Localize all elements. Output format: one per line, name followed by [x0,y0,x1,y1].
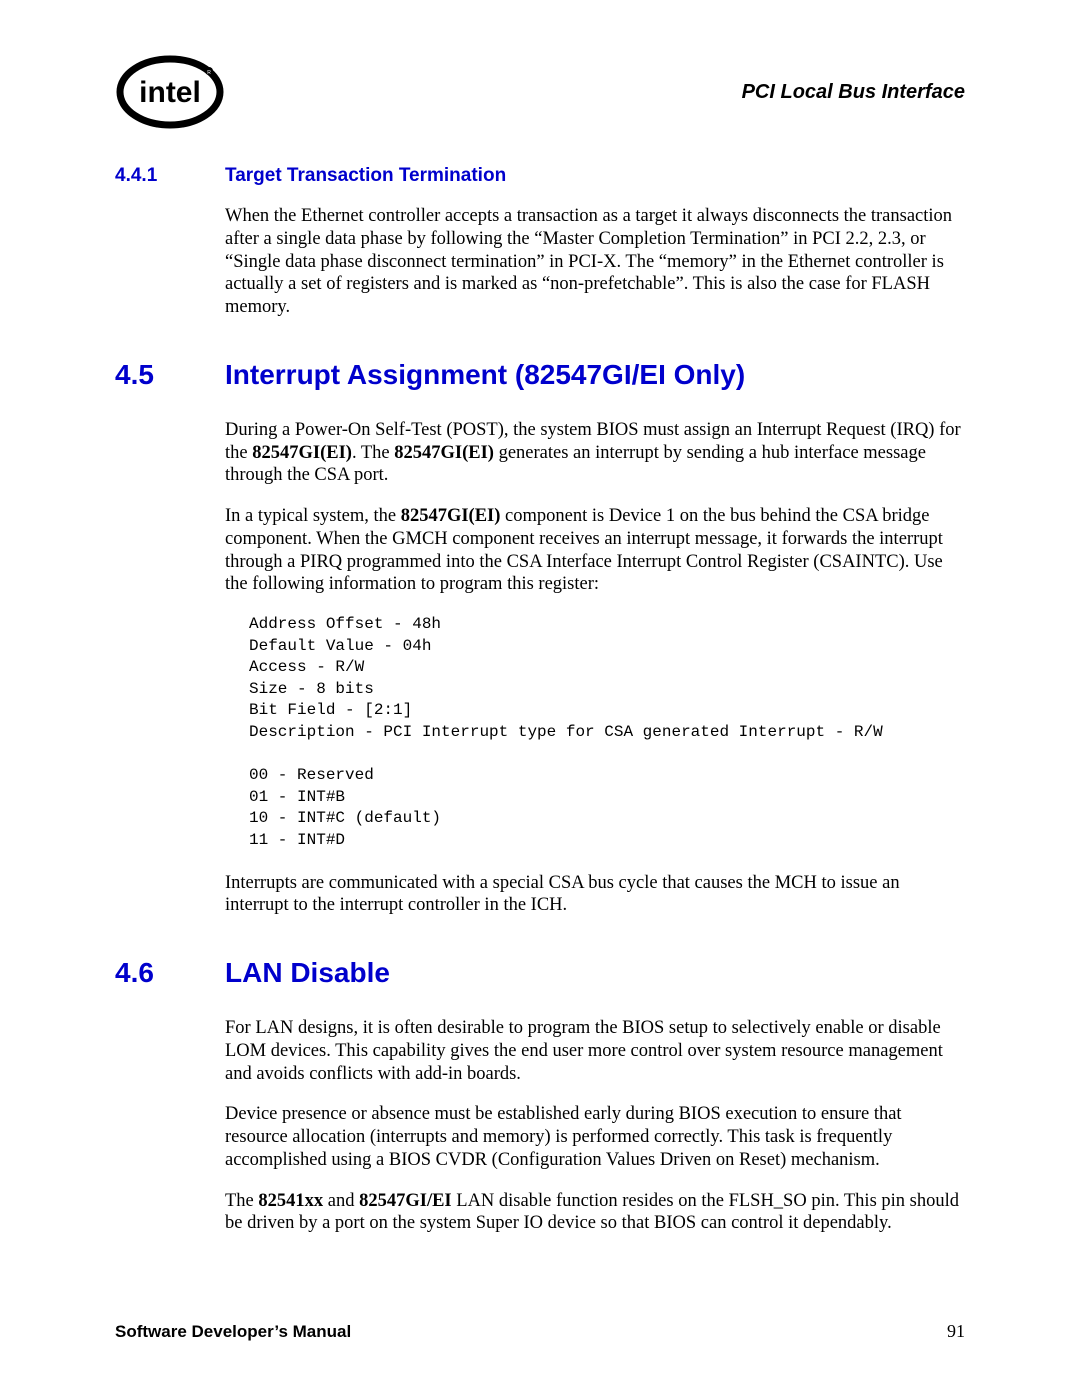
subsection-title: Target Transaction Termination [225,165,506,187]
paragraph: Interrupts are communicated with a speci… [225,872,965,918]
text-bold: 82547GI(EI) [401,506,501,526]
svg-text:R: R [207,70,211,76]
subsection-heading-4-4-1: 4.4.1 Target Transaction Termination [115,165,965,187]
paragraph: The 82541xx and 82547GI/EI LAN disable f… [225,1190,965,1236]
text-bold: 82547GI(EI) [252,443,352,463]
document-page: intel R PCI Local Bus Interface 4.4.1 Ta… [0,0,1080,1397]
text-run: . The [352,443,394,463]
body-block-4-6: For LAN designs, it is often desirable t… [225,1017,965,1235]
page-header: intel R PCI Local Bus Interface [115,55,965,130]
page-header-title: PCI Local Bus Interface [742,81,965,104]
section-number: 4.6 [115,957,225,989]
body-block-4-4-1: When the Ethernet controller accepts a t… [225,205,965,319]
paragraph: In a typical system, the 82547GI(EI) com… [225,505,965,596]
body-block-4-5: During a Power-On Self-Test (POST), the … [225,419,965,917]
paragraph: For LAN designs, it is often desirable t… [225,1017,965,1085]
section-number: 4.5 [115,359,225,391]
logo-text: intel [139,76,201,109]
paragraph: Device presence or absence must be estab… [225,1103,965,1171]
text-run: In a typical system, the [225,506,401,526]
paragraph: During a Power-On Self-Test (POST), the … [225,419,965,487]
footer-title: Software Developer’s Manual [115,1322,351,1342]
section-heading-4-5: 4.5 Interrupt Assignment (82547GI/EI Onl… [115,359,965,391]
section-title: Interrupt Assignment (82547GI/EI Only) [225,359,745,391]
section-heading-4-6: 4.6 LAN Disable [115,957,965,989]
text-bold: 82541xx [258,1191,323,1211]
text-bold: 82547GI/EI [359,1191,452,1211]
subsection-number: 4.4.1 [115,165,225,187]
content-area: 4.4.1 Target Transaction Termination Whe… [115,165,965,1235]
section-title: LAN Disable [225,957,390,989]
text-run: and [323,1191,359,1211]
intel-logo-icon: intel R [115,55,225,130]
text-bold: 82547GI(EI) [394,443,494,463]
page-number: 91 [947,1321,965,1342]
text-run: The [225,1191,258,1211]
code-block: Address Offset - 48h Default Value - 04h… [249,614,965,852]
paragraph: When the Ethernet controller accepts a t… [225,205,965,319]
page-footer: Software Developer’s Manual 91 [115,1321,965,1342]
